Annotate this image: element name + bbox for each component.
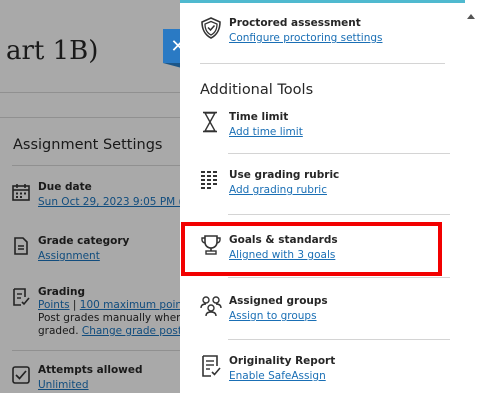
divider xyxy=(200,63,445,64)
groups-icon xyxy=(200,296,222,317)
grading-rubric-label: Use grading rubric xyxy=(229,169,340,181)
rubric-grid-icon xyxy=(201,171,217,189)
add-time-limit-link[interactable]: Add time limit xyxy=(229,126,303,139)
add-grading-rubric-link[interactable]: Add grading rubric xyxy=(229,184,339,197)
divider xyxy=(228,153,450,154)
trophy-icon xyxy=(201,235,221,255)
additional-tools-panel: Proctored assessment Configure proctorin… xyxy=(180,0,465,393)
panel-scrollbar[interactable] xyxy=(465,0,477,393)
assigned-groups-label: Assigned groups xyxy=(229,295,328,307)
divider xyxy=(228,214,450,215)
scroll-up-arrow-icon[interactable] xyxy=(467,14,475,19)
goals-standards-label: Goals & standards xyxy=(229,234,338,246)
proctored-assessment-label: Proctored assessment xyxy=(229,17,361,29)
originality-report-icon xyxy=(202,355,221,377)
shield-icon xyxy=(201,17,221,39)
divider xyxy=(228,339,450,340)
configure-proctoring-link[interactable]: Configure proctoring settings xyxy=(229,32,382,45)
divider xyxy=(228,277,450,278)
originality-report-label: Originality Report xyxy=(229,355,336,367)
time-limit-label: Time limit xyxy=(229,111,289,123)
enable-safeassign-link[interactable]: Enable SafeAssign xyxy=(229,370,335,383)
additional-tools-heading: Additional Tools xyxy=(200,82,314,98)
aligned-goals-link[interactable]: Aligned with 3 goals xyxy=(229,249,338,262)
hourglass-icon xyxy=(203,111,217,133)
assign-to-groups-link[interactable]: Assign to groups xyxy=(229,310,328,323)
